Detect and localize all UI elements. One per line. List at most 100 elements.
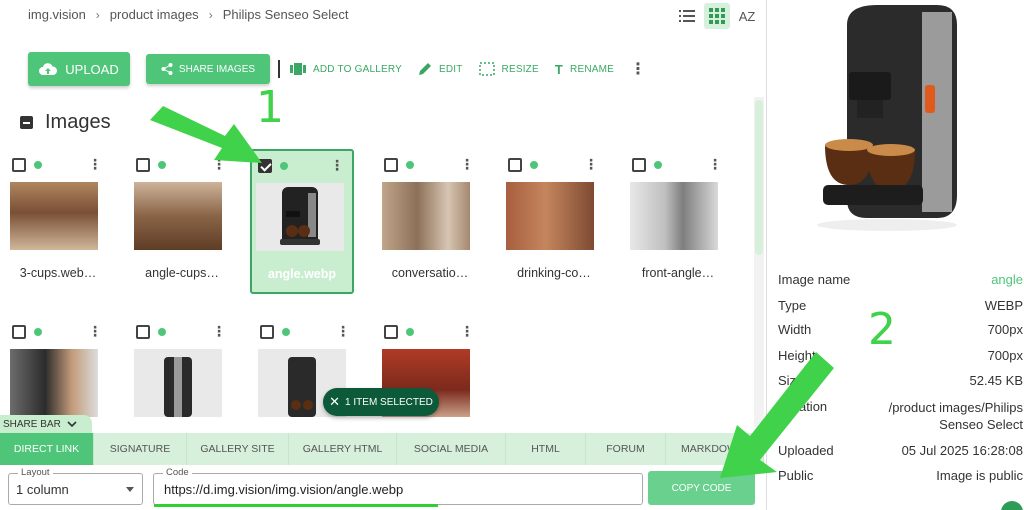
chevron-right-icon: › [208,7,213,22]
selection-pill[interactable]: ✕ 1 ITEM SELECTED [323,388,439,416]
card-menu-icon[interactable]: ⋮ [584,156,598,173]
public-status-dot [282,328,290,336]
detail-value: 700px [987,348,1023,363]
tab-gallery-site[interactable]: GALLERY SITE [187,433,289,465]
resize-icon [478,62,495,76]
tab-html[interactable]: HTML [506,433,586,465]
tab-signature[interactable]: SIGNATURE [94,433,187,465]
breadcrumb-item-current: Philips Senseo Select [222,7,349,22]
grid-view-button[interactable] [704,3,730,29]
select-checkbox[interactable] [12,158,26,172]
copy-code-button[interactable]: COPY CODE [648,471,755,505]
code-value[interactable]: https://d.img.vision/img.vision/angle.we… [164,482,403,497]
image-thumbnail[interactable] [256,183,344,251]
detail-key: Location [778,399,828,414]
tab-social-media[interactable]: SOCIAL MEDIA [397,433,506,465]
image-name: 3-cups.web… [19,266,97,280]
detail-value: 05 Jul 2025 16:28:08 [901,443,1023,458]
select-checkbox[interactable] [136,158,150,172]
detail-key: Width [778,322,812,337]
selection-count: 1 ITEM SELECTED [345,396,433,408]
section-title: Images [45,111,111,133]
detail-value: 700px [987,322,1023,337]
select-checkbox[interactable] [260,325,274,339]
detail-key: Public [778,468,814,483]
share-bar-toggle[interactable]: SHARE BAR [0,415,92,433]
layout-value: 1 column [16,482,69,497]
details-panel: Image name angle Type WEBP Width 700px Heig… [766,0,1024,510]
image-card[interactable]: ⋮ 3-cups.web… [6,150,110,295]
select-checkbox[interactable] [384,158,398,172]
image-thumbnail[interactable] [134,349,222,417]
detail-key: Uploaded [778,443,834,458]
coffee-machine-image [817,5,957,231]
layout-select[interactable]: Layout 1 column [8,467,143,505]
select-checkbox[interactable] [384,325,398,339]
image-card-selected[interactable]: ⋮ angle.webp [250,149,354,294]
card-menu-icon[interactable]: ⋮ [330,157,344,174]
share-tabs: DIRECT LINK SIGNATURE GALLERY SITE GALLE… [0,433,764,465]
add-to-gallery-label: ADD TO GALLERY [313,63,402,75]
clear-selection-icon[interactable]: ✕ [329,394,340,410]
image-thumbnail[interactable] [10,182,98,250]
coffee-machine-image [280,187,320,245]
grid-scrollbar-thumb[interactable] [755,100,763,255]
list-view-button[interactable] [674,3,700,29]
tab-gallery-html[interactable]: GALLERY HTML [289,433,397,465]
share-images-button[interactable]: SHARE IMAGES [146,54,270,84]
public-status-dot [158,328,166,336]
card-menu-icon[interactable]: ⋮ [708,156,722,173]
card-menu-icon[interactable]: ⋮ [460,156,474,173]
code-label: Code [163,467,192,478]
card-menu-icon[interactable]: ⋮ [212,323,226,340]
card-menu-icon[interactable]: ⋮ [88,156,102,173]
gallery-icon [290,63,306,75]
image-thumbnail[interactable] [10,349,98,417]
select-checkbox-checked[interactable] [258,159,272,173]
detail-value: WEBP [984,298,1023,313]
rename-button[interactable]: T RENAME [555,62,614,77]
image-thumbnail[interactable] [506,182,594,250]
image-card[interactable]: ⋮ conversatio… [378,150,482,295]
share-icon [161,63,173,75]
card-menu-icon[interactable]: ⋮ [88,323,102,340]
select-checkbox[interactable] [632,158,646,172]
image-card[interactable]: ⋮ angle-cups… [130,150,234,295]
tab-direct-link[interactable]: DIRECT LINK [0,433,94,465]
select-checkbox[interactable] [136,325,150,339]
code-field[interactable]: Code https://d.img.vision/img.vision/ang… [153,467,643,505]
breadcrumb: img.vision › product images › Philips Se… [28,7,348,22]
share-images-label: SHARE IMAGES [178,63,256,75]
image-thumbnail[interactable] [134,182,222,250]
image-card[interactable]: ⋮ front-angle… [626,150,730,295]
breadcrumb-item-root[interactable]: img.vision [28,7,86,22]
sort-az-icon: AZ [738,8,756,24]
breadcrumb-item-folder[interactable]: product images [110,7,199,22]
upload-button[interactable]: UPLOAD [28,52,130,86]
public-status-dot [406,328,414,336]
tab-forum[interactable]: FORUM [586,433,666,465]
card-menu-icon[interactable]: ⋮ [212,156,226,173]
card-menu-icon[interactable]: ⋮ [460,323,474,340]
edit-button[interactable]: EDIT [418,62,463,76]
resize-button[interactable]: RESIZE [478,62,539,76]
annotation-underline [154,504,438,507]
card-menu-icon[interactable]: ⋮ [336,323,350,340]
sort-button[interactable]: AZ [734,3,760,29]
toolbar-divider [278,60,280,78]
select-checkbox[interactable] [12,325,26,339]
select-checkbox[interactable] [508,158,522,172]
image-name: front-angle… [641,266,715,280]
image-thumbnail[interactable] [382,182,470,250]
collapse-icon[interactable] [20,116,33,129]
images-section-header[interactable]: Images [20,111,111,134]
detail-value-link[interactable]: angle [991,272,1023,287]
more-options-icon[interactable]: ⋮ [630,59,646,79]
public-status-dot [34,161,42,169]
image-thumbnail[interactable] [630,182,718,250]
tab-markdown[interactable]: MARKDOWN [666,433,764,465]
image-card[interactable]: ⋮ drinking-co… [502,150,606,295]
chevron-down-icon [67,421,77,427]
image-preview[interactable] [787,0,1007,235]
add-to-gallery-button[interactable]: ADD TO GALLERY [290,63,402,75]
